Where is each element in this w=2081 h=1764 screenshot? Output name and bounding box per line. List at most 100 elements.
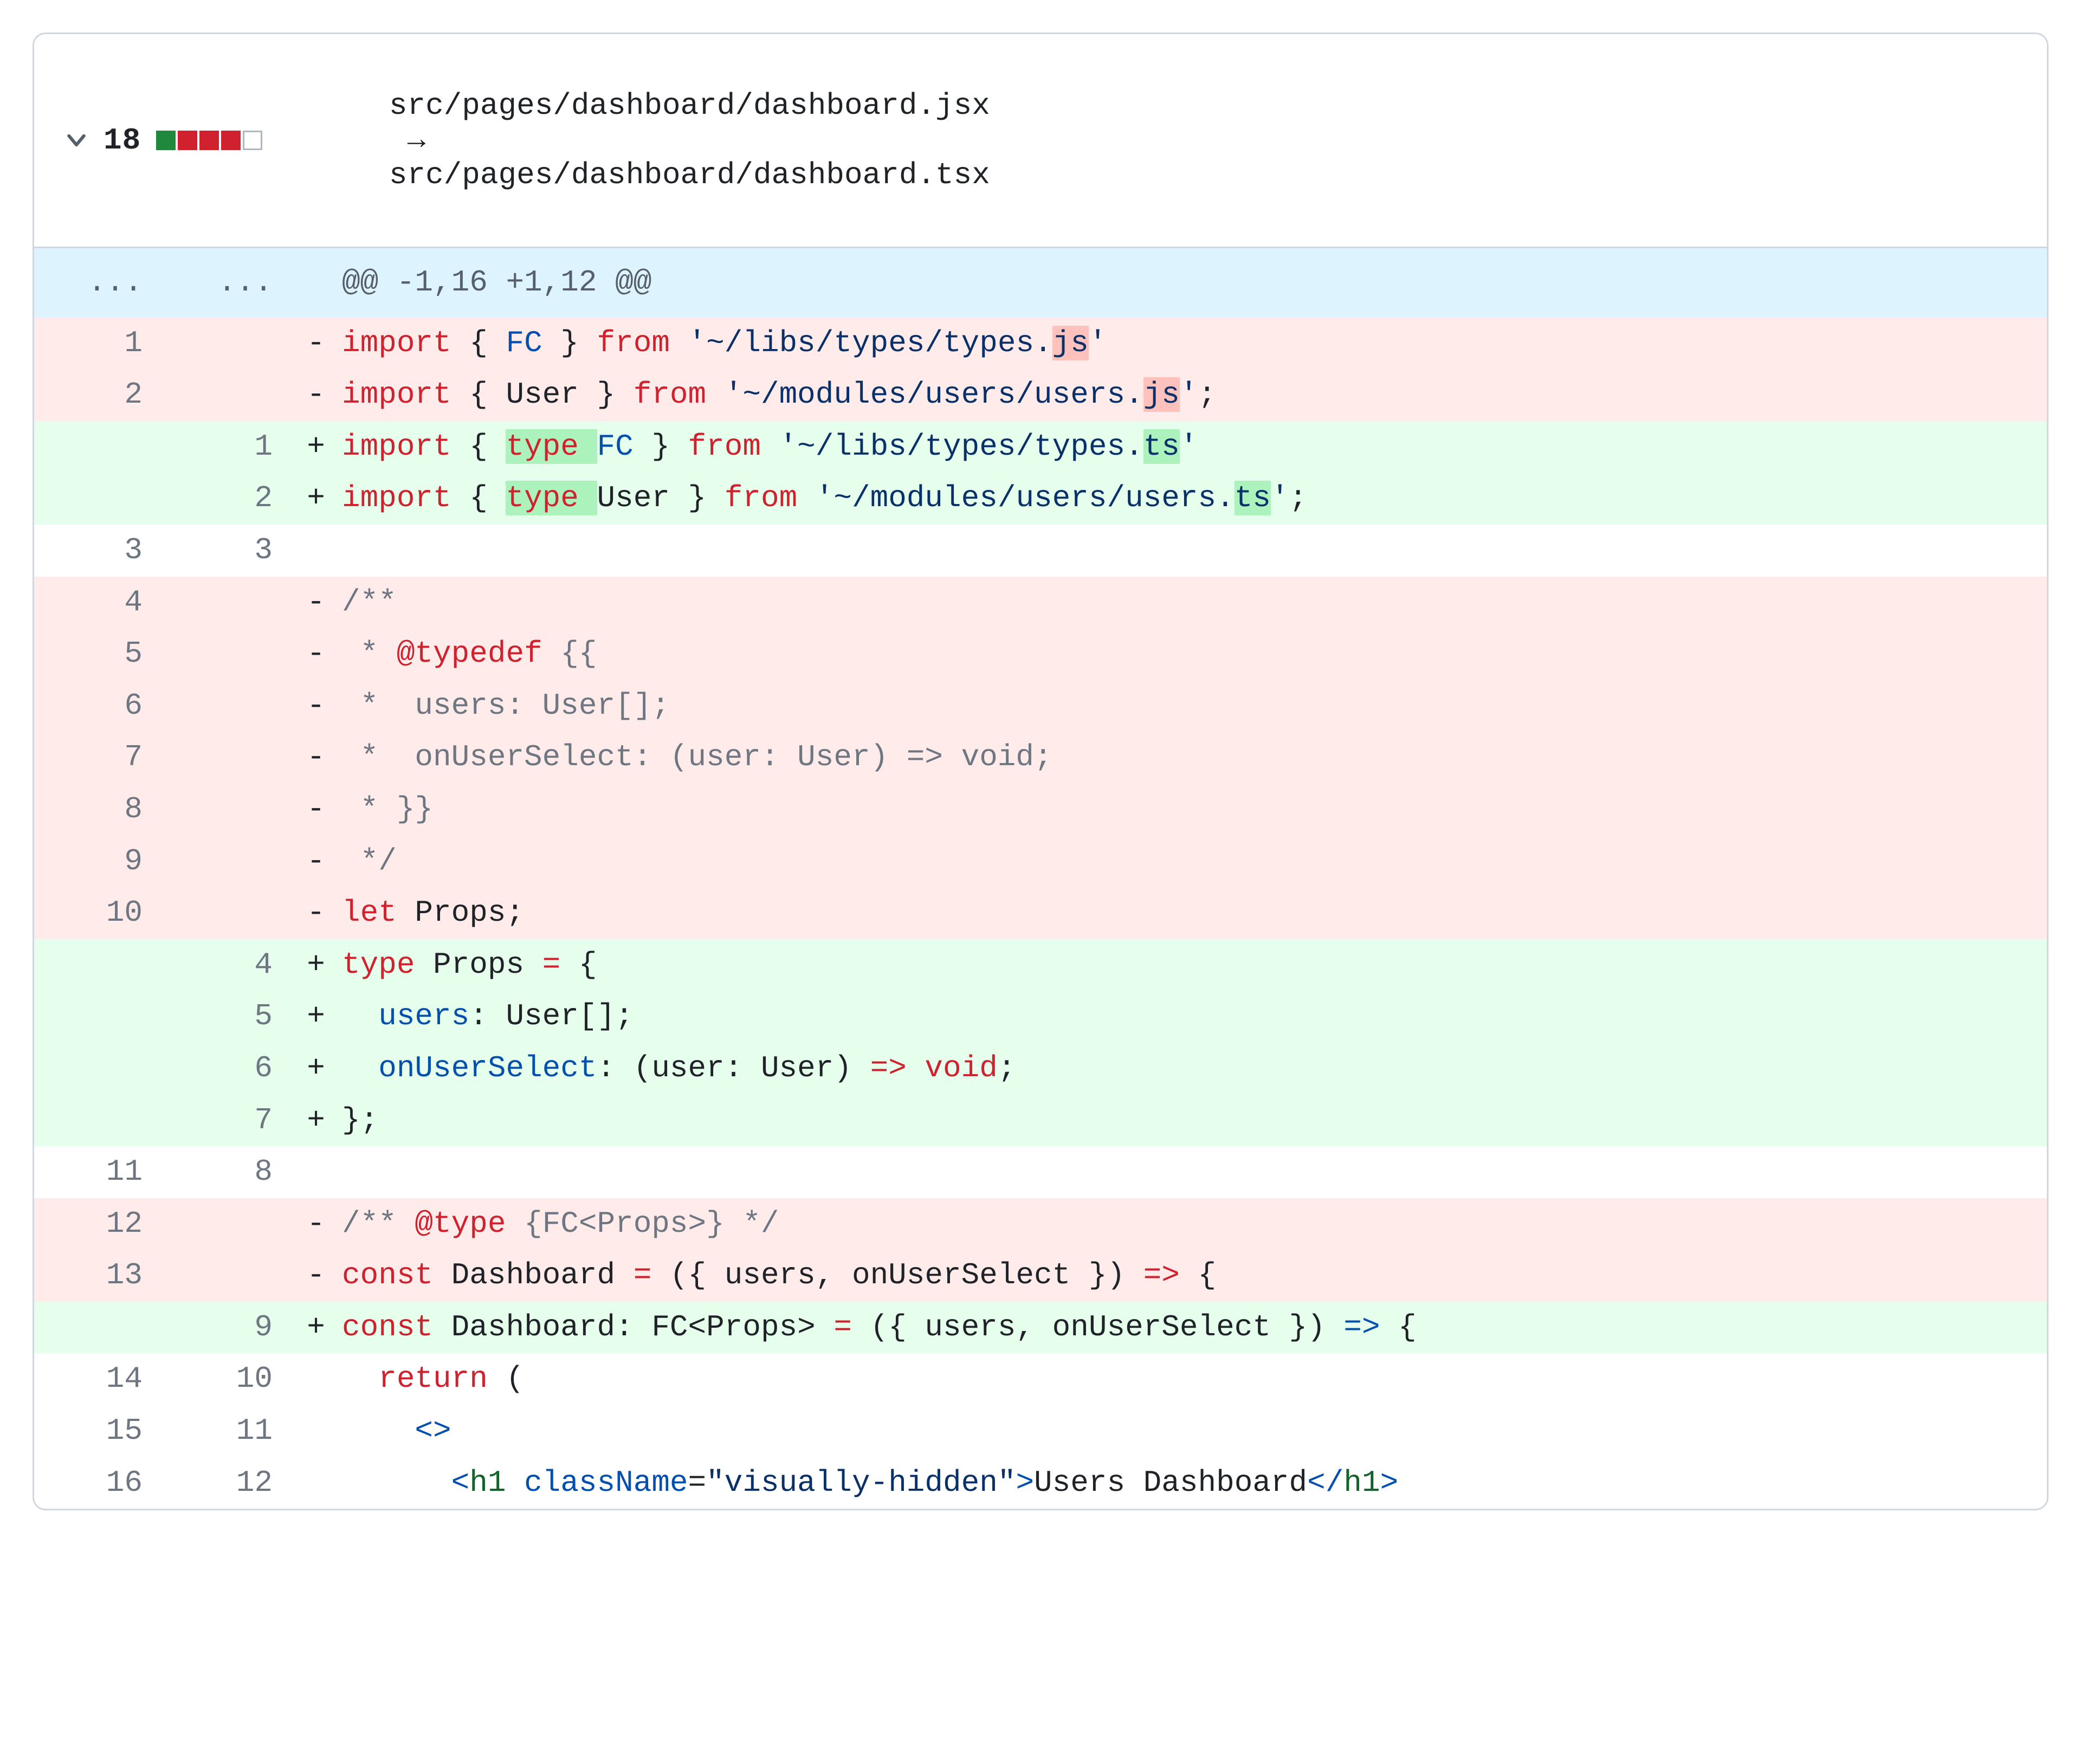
code-cell[interactable]: users: User[];	[338, 991, 2047, 1043]
diff-line: 33	[34, 525, 2047, 577]
diff-sign	[294, 1146, 338, 1198]
code-cell[interactable]	[338, 525, 2047, 577]
old-line-number[interactable]: 9	[34, 836, 164, 888]
diffstat-squares	[156, 131, 264, 150]
old-line-number	[34, 1043, 164, 1095]
diff-sign: -	[294, 836, 338, 888]
change-count: 18	[104, 123, 141, 158]
diff-sign: -	[294, 1250, 338, 1302]
diff-line: 2+import { type User } from '~/modules/u…	[34, 473, 2047, 525]
new-line-number[interactable]: 2	[164, 473, 294, 525]
old-line-number[interactable]: 1	[34, 318, 164, 370]
old-line-number	[34, 473, 164, 525]
new-line-number[interactable]: 4	[164, 939, 294, 991]
old-line-number[interactable]: 4	[34, 577, 164, 629]
code-cell[interactable]: const Dashboard: FC<Props> = ({ users, o…	[338, 1302, 2047, 1354]
old-line-number	[34, 1302, 164, 1354]
diff-line: 9+const Dashboard: FC<Props> = ({ users,…	[34, 1302, 2047, 1354]
old-line-number[interactable]: 11	[34, 1146, 164, 1198]
new-line-number[interactable]: 3	[164, 525, 294, 577]
diff-line: 4 -/**	[34, 577, 2047, 629]
new-line-number	[164, 318, 294, 370]
diff-line: 7+};	[34, 1095, 2047, 1147]
code-cell[interactable]: * @typedef {{	[338, 628, 2047, 680]
new-line-number[interactable]: 1	[164, 421, 294, 473]
diff-sign: +	[294, 1043, 338, 1095]
code-cell[interactable]: /** @type {FC<Props>} */	[338, 1198, 2047, 1250]
hunk-old-marker[interactable]: ...	[34, 248, 164, 318]
code-cell[interactable]: */	[338, 836, 2047, 888]
diff-sign	[294, 1457, 338, 1509]
code-cell[interactable]: const Dashboard = ({ users, onUserSelect…	[338, 1250, 2047, 1302]
new-line-number[interactable]: 11	[164, 1405, 294, 1457]
diff-sign: +	[294, 939, 338, 991]
new-line-number[interactable]: 8	[164, 1146, 294, 1198]
old-line-number[interactable]: 16	[34, 1457, 164, 1509]
diff-line: 5+ users: User[];	[34, 991, 2047, 1043]
diff-line: 1612 <h1 className="visually-hidden">Use…	[34, 1457, 2047, 1509]
diffstat-square-add	[156, 131, 176, 150]
diff-line: 8 - * }}	[34, 784, 2047, 836]
new-line-number[interactable]: 6	[164, 1043, 294, 1095]
code-cell[interactable]	[338, 1146, 2047, 1198]
old-line-number[interactable]: 3	[34, 525, 164, 577]
code-cell[interactable]: /**	[338, 577, 2047, 629]
diff-sign: -	[294, 318, 338, 370]
diff-sign: +	[294, 1302, 338, 1354]
code-cell[interactable]: * onUserSelect: (user: User) => void;	[338, 732, 2047, 784]
file-path-new: src/pages/dashboard/dashboard.tsx	[389, 158, 990, 192]
diff-line: 1+import { type FC } from '~/libs/types/…	[34, 421, 2047, 473]
diffstat-square-neutral	[243, 131, 262, 150]
old-line-number[interactable]: 6	[34, 680, 164, 732]
diff-sign	[294, 1405, 338, 1457]
hunk-new-marker[interactable]: ...	[164, 248, 294, 318]
diff-sign: -	[294, 1198, 338, 1250]
code-cell[interactable]: let Props;	[338, 887, 2047, 939]
code-cell[interactable]: import { type User } from '~/modules/use…	[338, 473, 2047, 525]
old-line-number[interactable]: 14	[34, 1353, 164, 1405]
old-line-number[interactable]: 15	[34, 1405, 164, 1457]
diff-file-header[interactable]: 18 src/pages/dashboard/dashboard.jsx → s…	[34, 34, 2047, 248]
diff-line: 13 -const Dashboard = ({ users, onUserSel…	[34, 1250, 2047, 1302]
code-cell[interactable]: <>	[338, 1405, 2047, 1457]
new-line-number	[164, 732, 294, 784]
code-cell[interactable]: import { FC } from '~/libs/types/types.j…	[338, 318, 2047, 370]
code-cell[interactable]: <h1 className="visually-hidden">Users Da…	[338, 1457, 2047, 1509]
new-line-number	[164, 369, 294, 421]
diff-line: 7- * onUserSelect: (user: User) => void;	[34, 732, 2047, 784]
diff-sign: -	[294, 784, 338, 836]
diff-line: 4+type Props = {	[34, 939, 2047, 991]
diff-sign: -	[294, 577, 338, 629]
old-line-number[interactable]: 12	[34, 1198, 164, 1250]
chevron-down-icon[interactable]	[64, 128, 88, 152]
code-cell[interactable]: return (	[338, 1353, 2047, 1405]
old-line-number[interactable]: 2	[34, 369, 164, 421]
old-line-number[interactable]: 8	[34, 784, 164, 836]
code-cell[interactable]: import { type FC } from '~/libs/types/ty…	[338, 421, 2047, 473]
new-line-number[interactable]: 9	[164, 1302, 294, 1354]
new-line-number[interactable]: 5	[164, 991, 294, 1043]
new-line-number	[164, 836, 294, 888]
diff-sign	[294, 1353, 338, 1405]
diffstat-square-del	[221, 131, 241, 150]
code-cell[interactable]: type Props = {	[338, 939, 2047, 991]
new-line-number[interactable]: 10	[164, 1353, 294, 1405]
new-line-number[interactable]: 12	[164, 1457, 294, 1509]
old-line-number[interactable]: 7	[34, 732, 164, 784]
diff-sign: +	[294, 991, 338, 1043]
hunk-header-text: @@ -1,16 +1,12 @@	[338, 248, 2047, 318]
diff-sign: -	[294, 680, 338, 732]
code-cell[interactable]: onUserSelect: (user: User) => void;	[338, 1043, 2047, 1095]
old-line-number	[34, 939, 164, 991]
code-cell[interactable]: * users: User[];	[338, 680, 2047, 732]
old-line-number[interactable]: 13	[34, 1250, 164, 1302]
hunk-header-row[interactable]: ... ... @@ -1,16 +1,12 @@	[34, 248, 2047, 318]
new-line-number[interactable]: 7	[164, 1095, 294, 1147]
code-cell[interactable]: * }}	[338, 784, 2047, 836]
code-cell[interactable]: };	[338, 1095, 2047, 1147]
old-line-number[interactable]: 10	[34, 887, 164, 939]
old-line-number[interactable]: 5	[34, 628, 164, 680]
code-cell[interactable]: import { User } from '~/modules/users/us…	[338, 369, 2047, 421]
diff-sign: -	[294, 369, 338, 421]
file-path[interactable]: src/pages/dashboard/dashboard.jsx → src/…	[280, 54, 990, 227]
